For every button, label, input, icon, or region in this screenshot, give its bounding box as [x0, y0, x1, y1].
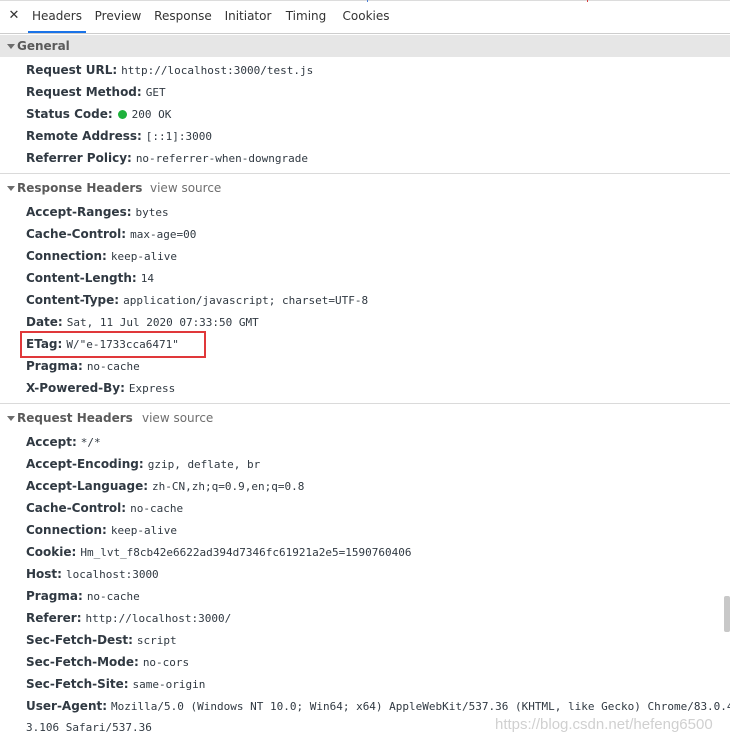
tab-preview[interactable]: Preview	[92, 0, 144, 32]
request-headers-section-header[interactable]: Request Headers view source	[0, 407, 730, 429]
response-headers-title: Response Headers	[17, 181, 143, 195]
expand-triangle-icon	[7, 186, 15, 191]
response-header-row: Accept-Ranges: bytes	[26, 205, 169, 219]
general-section-title: General	[17, 39, 70, 53]
response-header-row: Pragma: no-cache	[26, 359, 140, 373]
request-header-row: Sec-Fetch-Dest: script	[26, 633, 177, 647]
request-header-row: Sec-Fetch-Site: same-origin	[26, 677, 206, 691]
response-header-row: Content-Length: 14	[26, 271, 154, 285]
user-agent-continuation: 3.106 Safari/537.36	[26, 721, 152, 734]
request-headers-title: Request Headers	[17, 411, 133, 425]
request-header-row: Connection: keep-alive	[26, 523, 178, 537]
watermark-text: https://blog.csdn.net/hefeng6500	[495, 716, 713, 733]
request-header-row: Accept: */*	[26, 435, 101, 449]
response-header-row: Date: Sat, 11 Jul 2020 07:33:50 GMT	[26, 315, 259, 329]
request-header-row: Referer: http://localhost:3000/	[26, 611, 232, 625]
expand-triangle-icon	[7, 44, 15, 49]
request-header-row: Accept-Language: zh-CN,zh;q=0.9,en;q=0.8	[26, 479, 305, 493]
response-header-row: X-Powered-By: Express	[26, 381, 176, 395]
section-divider	[0, 403, 730, 404]
vertical-scrollbar-thumb[interactable]	[724, 596, 730, 632]
general-row-remote-address: Remote Address: [::1]:3000	[26, 129, 213, 143]
tab-headers[interactable]: Headers	[28, 0, 86, 33]
general-row-request-method: Request Method: GET	[26, 85, 166, 99]
response-view-source-link[interactable]: view source	[150, 177, 221, 199]
tab-cookies[interactable]: Cookies	[340, 0, 392, 32]
response-headers-section-header[interactable]: Response Headers view source	[0, 177, 730, 199]
request-view-source-link[interactable]: view source	[142, 407, 213, 429]
close-icon[interactable]: ✕	[6, 7, 22, 25]
general-row-status-code: Status Code: 200 OK	[26, 107, 172, 121]
status-ok-dot-icon	[117, 110, 127, 119]
etag-highlight-box	[20, 331, 206, 358]
response-header-row: Cache-Control: max-age=00	[26, 227, 197, 241]
expand-triangle-icon	[7, 416, 15, 421]
request-header-row-cookie: Cookie: Hm_lvt_f8cb42e6622ad394d7346fc619…	[26, 545, 412, 559]
general-section-header[interactable]: General	[0, 35, 730, 57]
response-header-row: Content-Type: application/javascript; cha…	[26, 293, 369, 307]
tab-response[interactable]: Response	[152, 0, 214, 32]
section-divider	[0, 173, 730, 174]
devtools-tab-bar: ✕ Headers Preview Response Initiator Tim…	[0, 0, 730, 34]
general-row-request-url: Request URL: http://localhost:3000/test.j…	[26, 63, 314, 77]
timeline-marker	[587, 0, 588, 2]
request-header-row: Sec-Fetch-Mode: no-cors	[26, 655, 190, 669]
tab-initiator[interactable]: Initiator	[222, 0, 274, 32]
request-header-row: Cache-Control: no-cache	[26, 501, 184, 515]
response-header-row: Connection: keep-alive	[26, 249, 178, 263]
request-header-row: Host: localhost:3000	[26, 567, 159, 581]
general-row-referrer-policy: Referrer Policy: no-referrer-when-downgra…	[26, 151, 308, 165]
tab-timing[interactable]: Timing	[284, 0, 328, 32]
request-header-row: Accept-Encoding: gzip, deflate, br	[26, 457, 261, 471]
request-header-row: Pragma: no-cache	[26, 589, 140, 603]
request-header-row-user-agent: User-Agent: Mozilla/5.0 (Windows NT 10.0;…	[26, 699, 730, 713]
